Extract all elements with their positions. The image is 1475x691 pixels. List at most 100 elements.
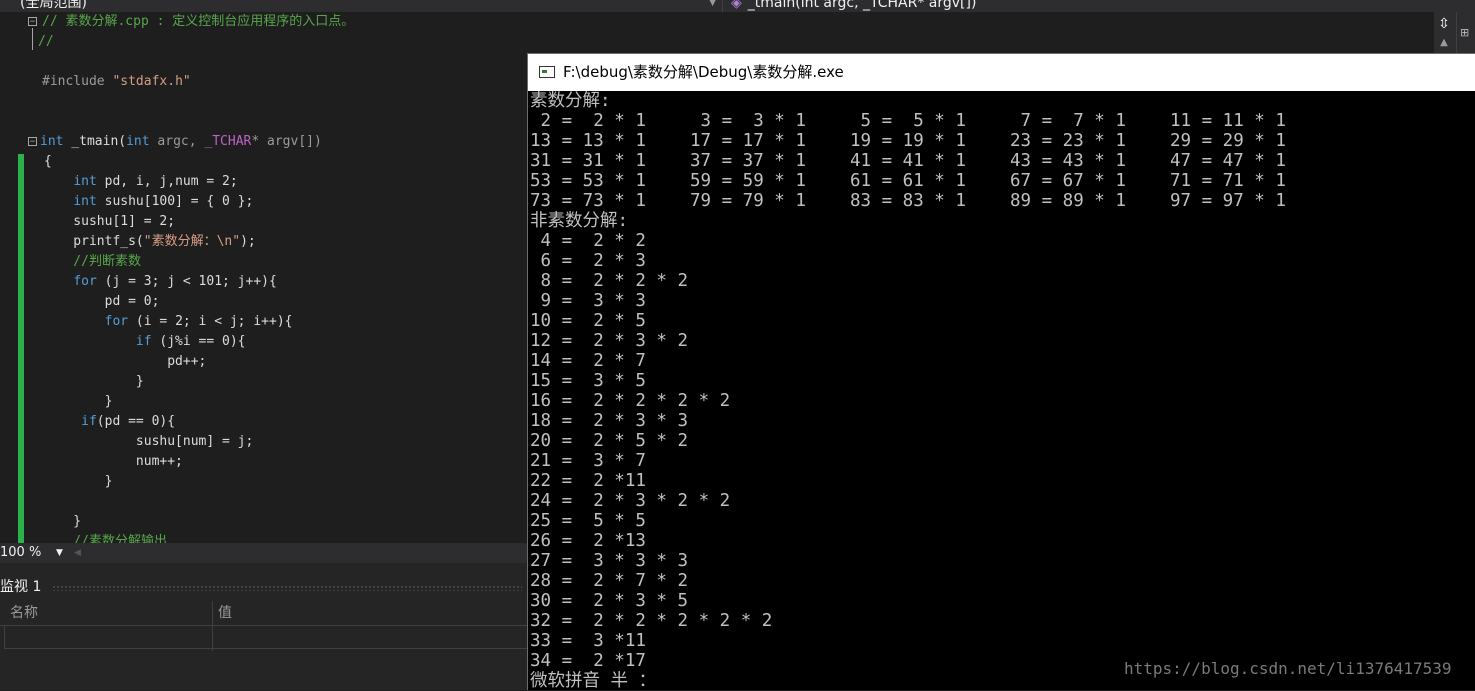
prime-entry: 5 = 5 * 1 xyxy=(850,111,966,131)
composite-entry: 22 = 2 *11 xyxy=(530,471,646,491)
prime-entry: 71 = 71 * 1 xyxy=(1170,171,1286,191)
code-token: // xyxy=(38,34,54,49)
code-line: printf_s("素数分解：\n"); xyxy=(42,232,255,252)
code-token: sushu[num] = j; xyxy=(42,434,254,449)
code-token: * argv[]) xyxy=(251,134,322,149)
console-title-bar[interactable]: F:\debug\素数分解\Debug\素数分解.exe xyxy=(528,54,1475,91)
code-line: if(pd == 0){ xyxy=(42,412,175,432)
code-line: #include "stdafx.h" xyxy=(42,72,191,92)
code-token: if xyxy=(135,334,152,349)
scope-dropdown[interactable]: (全局范围) ▼ xyxy=(0,0,720,12)
code-line: int pd, i, j,num = 2; xyxy=(42,172,238,192)
prime-entry: 79 = 79 * 1 xyxy=(690,191,806,211)
prime-entry: 59 = 59 * 1 xyxy=(690,171,806,191)
code-line: } xyxy=(42,512,81,532)
code-line: int sushu[100] = { 0 }; xyxy=(42,192,253,212)
prime-entry: 43 = 43 * 1 xyxy=(1010,151,1126,171)
code-token: sushu[1] = 2; xyxy=(42,214,176,229)
function-dropdown[interactable]: ◈ _tmain(int argc, _TCHAR* argv[]) xyxy=(722,0,1450,12)
composite-entry: 8 = 2 * 2 * 2 xyxy=(530,271,689,291)
scope-dropdown-value: (全局范围) xyxy=(20,0,87,11)
prime-entry: 11 = 11 * 1 xyxy=(1170,111,1286,131)
code-token: _TCHAR xyxy=(204,134,252,149)
code-token: pd, i, j,num = 2; xyxy=(96,174,238,189)
function-icon: ◈ xyxy=(731,0,742,11)
code-line: num++; xyxy=(42,452,183,472)
code-token: (j%i == 0){ xyxy=(151,334,246,349)
code-token: pd = 0; xyxy=(42,294,160,309)
prime-entry: 2 = 2 * 1 xyxy=(530,111,646,131)
prime-entry: 97 = 97 * 1 xyxy=(1170,191,1286,211)
composite-entry: 33 = 3 *11 xyxy=(530,631,646,651)
watermark: https://blog.csdn.net/li1376417539 xyxy=(1124,659,1452,678)
code-line: for (i = 2; i < j; i++){ xyxy=(42,312,293,332)
code-token: } xyxy=(42,394,113,409)
code-token: "stdafx.h" xyxy=(112,74,191,89)
code-token: //素数分解输出 xyxy=(42,534,167,543)
composite-entry: 24 = 2 * 3 * 2 * 2 xyxy=(530,491,731,511)
code-token: num++; xyxy=(42,454,183,469)
console-window-title: F:\debug\素数分解\Debug\素数分解.exe xyxy=(563,63,844,81)
zoom-level[interactable]: 100 % xyxy=(0,543,41,563)
prime-entry: 29 = 29 * 1 xyxy=(1170,131,1286,151)
code-token: } xyxy=(42,514,82,529)
code-token: argc, xyxy=(149,134,205,149)
chevron-down-icon: ▼ xyxy=(709,0,716,8)
code-line: // 素数分解.cpp : 定义控制台应用程序的入口点。 xyxy=(42,12,354,32)
code-token: for xyxy=(73,274,97,289)
watch-panel-title[interactable]: 监视 1 xyxy=(0,577,41,597)
prime-entry: 53 = 53 * 1 xyxy=(530,171,646,191)
composite-entry: 6 = 2 * 3 xyxy=(530,251,646,271)
composite-entry: 20 = 2 * 5 * 2 xyxy=(530,431,689,451)
composite-entry: 16 = 2 * 2 * 2 * 2 xyxy=(530,391,731,411)
code-line: { xyxy=(44,152,52,172)
prime-entry: 83 = 83 * 1 xyxy=(850,191,966,211)
code-token: (pd == 0){ xyxy=(96,414,176,429)
composite-entry: 18 = 2 * 3 * 3 xyxy=(530,411,689,431)
console-window[interactable]: F:\debug\素数分解\Debug\素数分解.exe 素数分解: 2 = 2… xyxy=(527,53,1475,691)
code-token: //判断素数 xyxy=(42,254,141,269)
composite-entry: 14 = 2 * 7 xyxy=(530,351,646,371)
code-line: } xyxy=(42,472,113,492)
column-header-value[interactable]: 值 xyxy=(218,601,232,625)
code-line: } xyxy=(42,372,144,392)
prime-entry: 17 = 17 * 1 xyxy=(690,131,806,151)
code-line: pd++; xyxy=(42,352,206,372)
fold-guide xyxy=(32,28,33,50)
prime-entry: 61 = 61 * 1 xyxy=(850,171,966,191)
prime-entry: 47 = 47 * 1 xyxy=(1170,151,1286,171)
column-header-name[interactable]: 名称 xyxy=(10,601,38,625)
collapse-icon[interactable]: − xyxy=(28,137,37,147)
code-line: int _tmain(int argc, _TCHAR* argv[]) xyxy=(40,132,322,152)
prime-entry: 37 = 37 * 1 xyxy=(690,151,806,171)
composite-header: 非素数分解: xyxy=(530,211,629,231)
prime-entry: 31 = 31 * 1 xyxy=(530,151,646,171)
split-window-icon[interactable]: ⇳ xyxy=(1436,16,1452,32)
collapse-icon[interactable]: − xyxy=(28,17,37,27)
composite-entry: 28 = 2 * 7 * 2 xyxy=(530,571,689,591)
code-token: { xyxy=(44,154,52,169)
watch-empty-row[interactable] xyxy=(4,626,531,649)
scroll-up-icon[interactable]: ▲ xyxy=(1436,36,1452,50)
composite-entry: 21 = 3 * 7 xyxy=(530,451,646,471)
code-token: _tmain( xyxy=(63,134,127,149)
ime-status: 微软拼音 半 ： xyxy=(530,671,657,691)
code-token: (i = 2; i < j; i++){ xyxy=(128,314,293,329)
code-token: int xyxy=(126,134,150,149)
prime-entry: 7 = 7 * 1 xyxy=(1010,111,1126,131)
chevron-down-icon[interactable]: ▼ xyxy=(56,543,63,563)
code-token: int xyxy=(73,194,97,209)
change-tracking-bar xyxy=(18,154,24,543)
panel-drag-handle[interactable] xyxy=(52,585,522,591)
scroll-left-icon[interactable]: ◀ xyxy=(74,543,81,563)
prime-entry: 23 = 23 * 1 xyxy=(1010,131,1126,151)
composite-entry: 34 = 2 *17 xyxy=(530,651,646,671)
code-token: int xyxy=(73,174,97,189)
function-dropdown-value: _tmain(int argc, _TCHAR* argv[]) xyxy=(747,0,977,11)
code-line: for (j = 3; j < 101; j++){ xyxy=(42,272,277,292)
code-token: pd++; xyxy=(42,354,207,369)
code-line: //素数分解输出 xyxy=(42,532,167,543)
code-line: } xyxy=(42,392,113,412)
composite-entry: 27 = 3 * 3 * 3 xyxy=(530,551,689,571)
side-tab[interactable]: ⊞ xyxy=(1460,26,1474,39)
